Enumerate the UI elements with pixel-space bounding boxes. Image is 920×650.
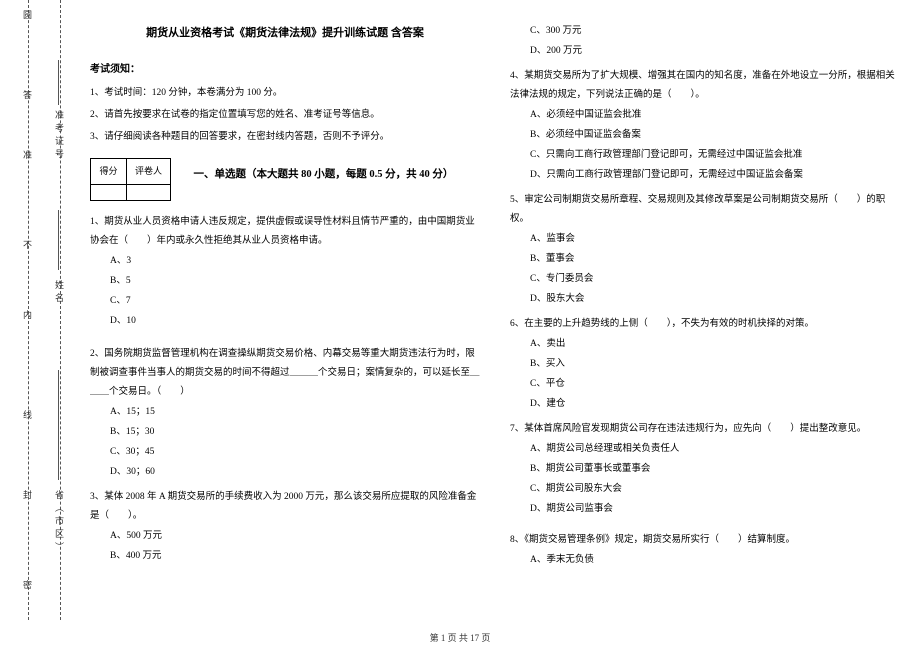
option: B、5 xyxy=(110,272,480,291)
question-options: A、监事会 B、董事会 C、专门委员会 D、股东大会 xyxy=(510,230,900,309)
spine-char: 圆 xyxy=(21,10,34,25)
spine-char: 内 xyxy=(21,310,34,325)
binding-margin: 圆 答 准 不 内 线 封 密 准考证号 姓名 省（市区） xyxy=(0,0,80,620)
question-options: A、季末无负债 xyxy=(510,551,900,570)
question-stem: 3、某体 2008 年 A 期货交易所的手续费收入为 2000 万元，那么该交易… xyxy=(90,488,480,526)
option: A、期货公司总经理或相关负责任人 xyxy=(530,440,900,459)
option: A、15；15 xyxy=(110,403,480,422)
option: A、必须经中国证监会批准 xyxy=(530,106,900,125)
score-cell-blank xyxy=(91,184,127,200)
notice-item: 3、请仔细阅读各种题目的回答要求，在密封线内答题，否则不予评分。 xyxy=(90,128,480,148)
spine-char: 不 xyxy=(21,240,34,255)
option: D、股东大会 xyxy=(530,290,900,309)
option: C、专门委员会 xyxy=(530,270,900,289)
spine-char: 密 xyxy=(21,580,34,595)
option: D、期货公司监事会 xyxy=(530,500,900,519)
question-options: A、500 万元 B、400 万元 xyxy=(90,527,480,566)
option: C、7 xyxy=(110,292,480,311)
notice-item: 2、请首先按要求在试卷的指定位置填写您的姓名、准考证号等信息。 xyxy=(90,106,480,126)
question-options: A、15；15 B、15；30 C、30；45 D、30；60 xyxy=(90,403,480,482)
option: C、300 万元 xyxy=(530,22,900,41)
option: C、只需向工商行政管理部门登记即可，无需经过中国证监会批准 xyxy=(530,146,900,165)
option: A、3 xyxy=(110,252,480,271)
option: B、买入 xyxy=(530,355,900,374)
spine-char: 封 xyxy=(21,490,34,505)
score-section-row: 得分 评卷人 一、单选题（本大题共 80 小题，每题 0.5 分，共 40 分） xyxy=(90,150,480,207)
option: D、10 xyxy=(110,312,480,331)
spine-char: 线 xyxy=(21,410,34,425)
option: A、季末无负债 xyxy=(530,551,900,570)
option: D、200 万元 xyxy=(530,42,900,61)
question-stem: 2、国务院期货监督管理机构在调查操纵期货交易价格、内幕交易等重大期货违法行为时，… xyxy=(90,345,480,402)
question-stem: 5、审定公司制期货交易所章程、交易规则及其修改草案是公司制期货交易所（ ）的职权… xyxy=(510,191,900,229)
question-options: A、卖出 B、买入 C、平仓 D、建仓 xyxy=(510,335,900,414)
field-underline xyxy=(58,60,59,105)
field-label-name: 姓名 xyxy=(53,280,66,306)
question-options: A、期货公司总经理或相关负责任人 B、期货公司董事长或董事会 C、期货公司股东大… xyxy=(510,440,900,519)
section-heading: 一、单选题（本大题共 80 小题，每题 0.5 分，共 40 分） xyxy=(194,164,454,186)
field-label-province: 省（市区） xyxy=(53,490,66,555)
option: B、期货公司董事长或董事会 xyxy=(530,460,900,479)
question-stem: 6、在主要的上升趋势线的上侧（ ），不失为有效的时机抉择的对策。 xyxy=(510,315,900,334)
option: B、400 万元 xyxy=(110,547,480,566)
option: A、500 万元 xyxy=(110,527,480,546)
page-footer: 第 1 页 共 17 页 xyxy=(0,631,920,644)
option: A、监事会 xyxy=(530,230,900,249)
option: A、卖出 xyxy=(530,335,900,354)
column-right: C、300 万元 D、200 万元 4、某期货交易所为了扩大规模、增强其在国内的… xyxy=(510,18,900,570)
question-options: A、3 B、5 C、7 D、10 xyxy=(90,252,480,331)
spine-char: 答 xyxy=(21,90,34,105)
field-underline xyxy=(58,370,59,480)
page-content: 期货从业资格考试《期货法律法规》提升训练试题 含答案 考试须知： 1、考试时间：… xyxy=(90,18,900,570)
question-stem: 7、某体首席风险官发现期货公司存在违法违规行为，应先向（ ）提出整改意见。 xyxy=(510,420,900,439)
question-stem: 4、某期货交易所为了扩大规模、增强其在国内的知名度，准备在外地设立一分所，根据相… xyxy=(510,67,900,105)
field-label-exam-id: 准考证号 xyxy=(53,110,66,162)
spine-char: 准 xyxy=(21,150,34,165)
question-options-continued: C、300 万元 D、200 万元 xyxy=(510,22,900,61)
column-left: 期货从业资格考试《期货法律法规》提升训练试题 含答案 考试须知： 1、考试时间：… xyxy=(90,18,480,570)
score-table: 得分 评卷人 xyxy=(90,158,171,201)
option: C、30；45 xyxy=(110,443,480,462)
option: B、董事会 xyxy=(530,250,900,269)
notice-heading: 考试须知： xyxy=(90,59,480,80)
question-options: A、必须经中国证监会批准 B、必须经中国证监会备案 C、只需向工商行政管理部门登… xyxy=(510,106,900,185)
notice-item: 1、考试时间：120 分钟，本卷满分为 100 分。 xyxy=(90,84,480,104)
exam-title: 期货从业资格考试《期货法律法规》提升训练试题 含答案 xyxy=(90,22,480,45)
option: C、平仓 xyxy=(530,375,900,394)
option: C、期货公司股东大会 xyxy=(530,480,900,499)
grader-cell-label: 评卷人 xyxy=(127,158,171,184)
option: B、必须经中国证监会备案 xyxy=(530,126,900,145)
option: D、30；60 xyxy=(110,463,480,482)
question-stem: 8、《期货交易管理条例》规定，期货交易所实行（ ）结算制度。 xyxy=(510,531,900,550)
option: D、只需向工商行政管理部门登记即可，无需经过中国证监会备案 xyxy=(530,166,900,185)
grader-cell-blank xyxy=(127,184,171,200)
question-stem: 1、期货从业人员资格申请人违反规定，提供虚假或误导性材料且情节严重的，由中国期货… xyxy=(90,213,480,251)
option: B、15；30 xyxy=(110,423,480,442)
field-underline xyxy=(58,210,59,270)
score-cell-label: 得分 xyxy=(91,158,127,184)
option: D、建仓 xyxy=(530,395,900,414)
